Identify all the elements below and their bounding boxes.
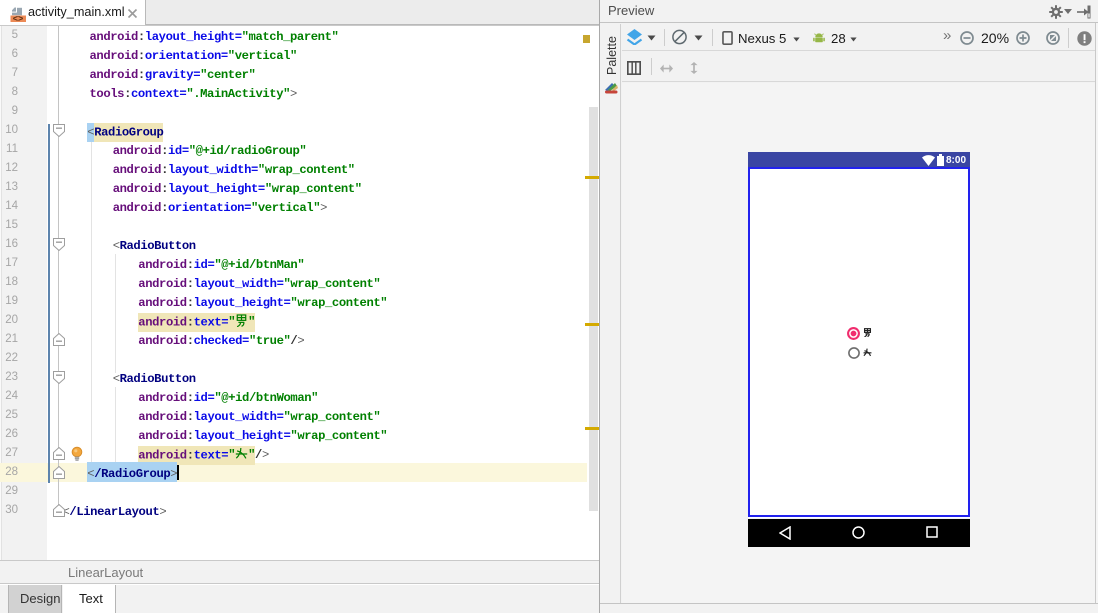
- svg-text:<>: <>: [13, 14, 24, 22]
